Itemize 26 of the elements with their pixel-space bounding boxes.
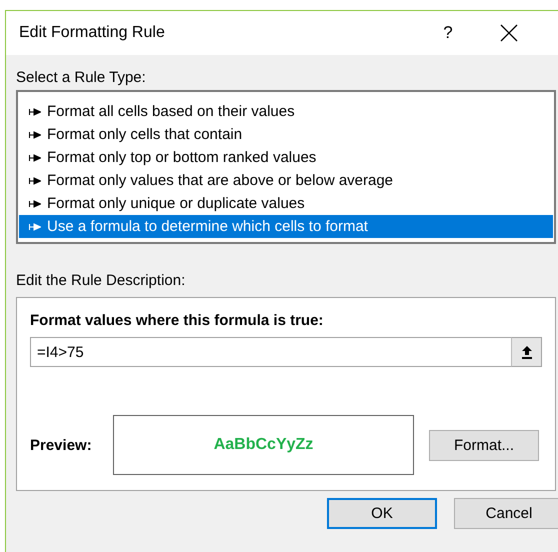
dialog-button[interactable]: Cancel bbox=[454, 498, 558, 529]
format-button[interactable]: Format... bbox=[429, 430, 539, 460]
rule-type-item[interactable]: Format only top or bottom ranked values bbox=[19, 146, 553, 169]
section-label: Select a Rule Type: bbox=[16, 69, 147, 86]
arrow-icon bbox=[29, 108, 41, 116]
rule-type-item[interactable]: Format all cells based on their values bbox=[19, 100, 553, 123]
help-button[interactable]: ? bbox=[438, 23, 458, 43]
dialog-button[interactable]: OK bbox=[327, 498, 437, 529]
formula-label: Format values where this formula is true: bbox=[30, 312, 324, 329]
section-label: Edit the Rule Description: bbox=[16, 272, 186, 289]
arrow-icon bbox=[29, 176, 41, 184]
rule-type-item[interactable]: Format only unique or duplicate values bbox=[19, 192, 553, 215]
arrow-icon bbox=[29, 200, 41, 208]
preview-label: Preview: bbox=[30, 436, 93, 454]
arrow-icon bbox=[29, 130, 41, 138]
upload-arrow-icon bbox=[520, 345, 532, 359]
rule-type-item[interactable]: Format only cells that contain bbox=[19, 123, 553, 146]
rule-type-item[interactable]: Format only values that are above or below average bbox=[19, 169, 553, 192]
window-title: Edit Formatting Rule bbox=[19, 24, 166, 42]
arrow-icon bbox=[29, 154, 41, 162]
arrow-icon bbox=[29, 222, 41, 230]
close-icon bbox=[500, 24, 518, 42]
collapse-button[interactable] bbox=[511, 337, 542, 367]
preview-text: AaBbCcYyZz bbox=[214, 436, 314, 454]
formula-field[interactable]: =I4>75 bbox=[30, 337, 511, 367]
rule-type-item[interactable]: Use a formula to determine which cells to format bbox=[19, 215, 553, 238]
